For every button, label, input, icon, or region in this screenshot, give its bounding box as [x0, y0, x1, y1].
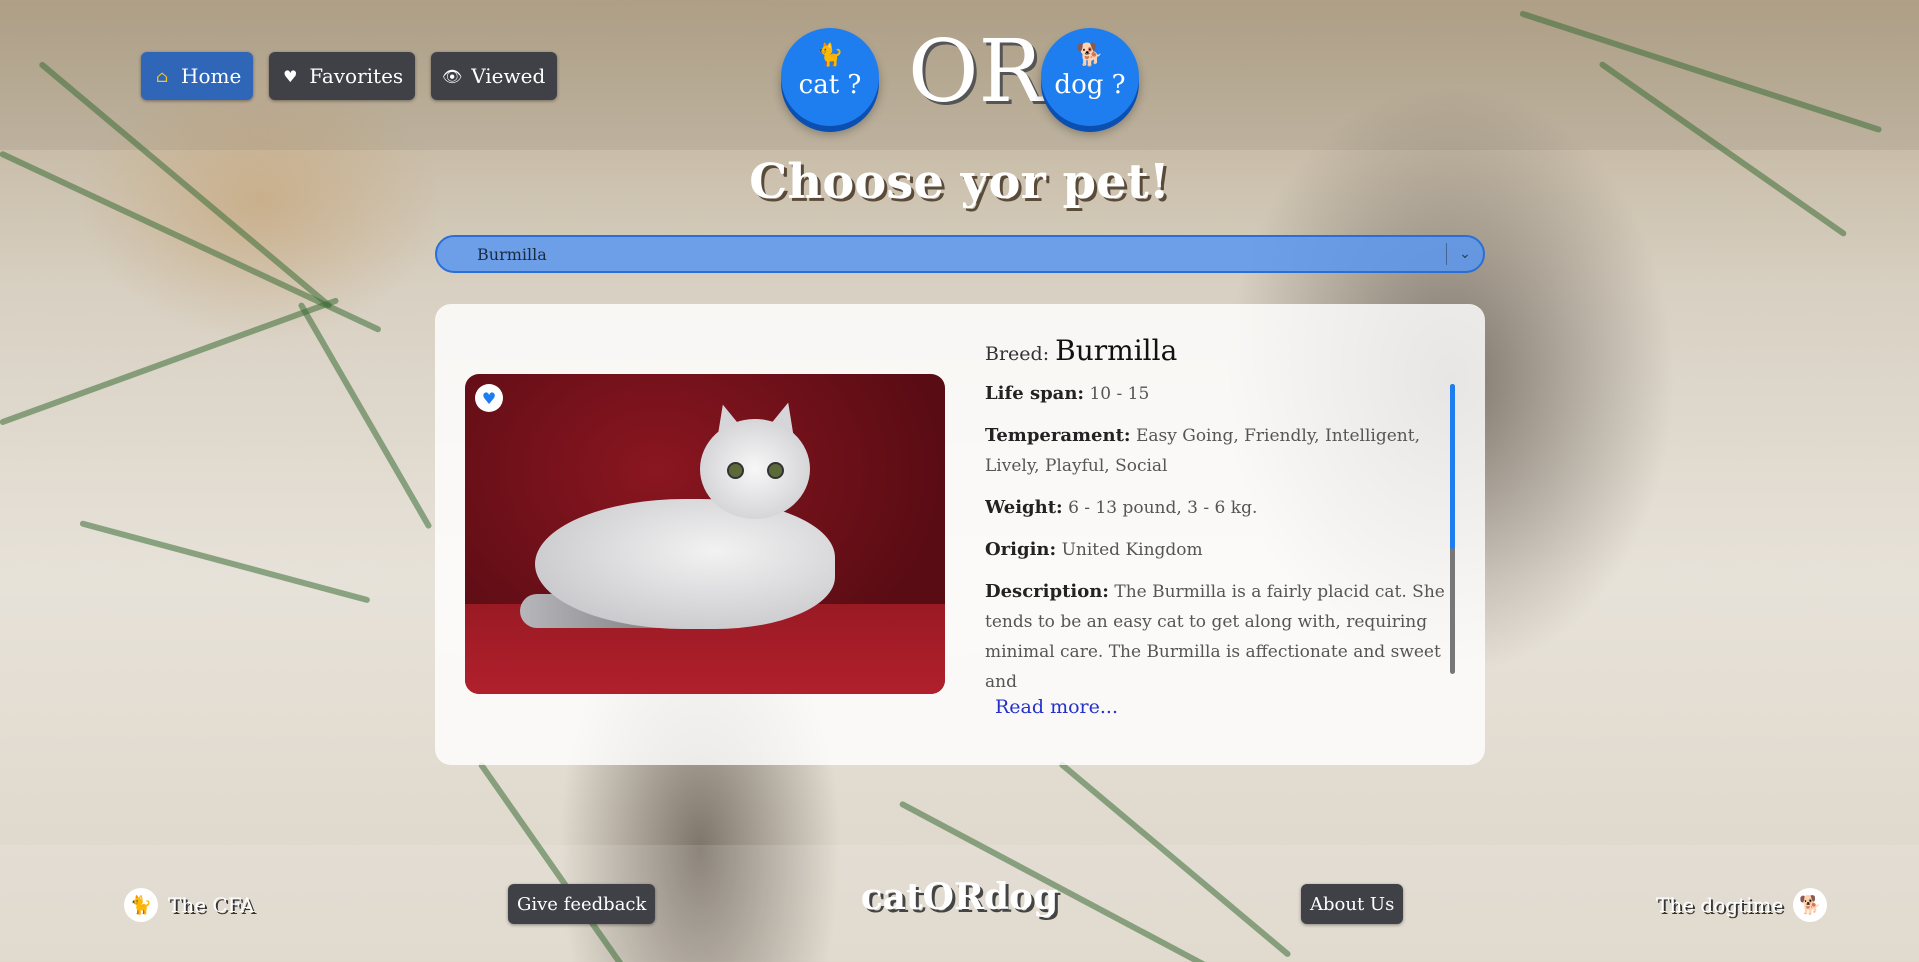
dog-icon: 🐕 [1076, 42, 1104, 67]
dog-avatar-icon: 🐕 [1793, 888, 1828, 922]
read-more-link[interactable]: Read more... [995, 696, 1118, 718]
home-icon: ⌂ [155, 66, 169, 86]
footer-brand: catORdog [860, 876, 1059, 918]
breed-card: ♥ Breed: Burmilla Life span: 10 - 15 Tem… [435, 304, 1485, 765]
main-nav: ⌂ Home ♥ Favorites 👁 Viewed [141, 52, 558, 100]
nav-favorites-button[interactable]: ♥ Favorites [269, 52, 416, 100]
cat-logo-button[interactable]: 🐈 cat ? [781, 28, 879, 126]
temperament-field: Temperament: Easy Going, Friendly, Intel… [985, 425, 1420, 476]
nav-viewed-button[interactable]: 👁 Viewed [431, 52, 558, 100]
dog-logo-button[interactable]: 🐕 dog ? [1041, 28, 1139, 126]
breed-name: Burmilla [1055, 334, 1178, 367]
heart-icon: ♥ [283, 66, 298, 86]
weight-field: Weight: 6 - 13 pound, 3 - 6 kg. [985, 497, 1258, 518]
nav-favorites-label: Favorites [309, 64, 404, 88]
dogtime-link-label: The dogtime [1656, 893, 1784, 917]
eye-icon: 👁 [442, 66, 463, 86]
cat-icon: 🐈 [816, 42, 844, 67]
dog-logo-label: dog ? [1054, 70, 1126, 100]
breed-select-value: Burmilla [477, 244, 547, 264]
nav-home-button[interactable]: ⌂ Home [141, 52, 254, 100]
breed-select[interactable]: Burmilla ⌄ [435, 235, 1485, 273]
breed-label: Breed: [985, 343, 1050, 365]
logo-or-text: OR [908, 22, 1044, 122]
nav-viewed-label: Viewed [471, 64, 546, 88]
cat-logo-label: cat ? [798, 70, 862, 100]
origin-field: Origin: United Kingdom [985, 539, 1203, 560]
page-title: Choose yor pet! [749, 154, 1170, 210]
scrollbar-thumb[interactable] [1450, 384, 1455, 549]
breed-row: Breed: Burmilla [985, 334, 1445, 367]
nav-home-label: Home [181, 64, 242, 88]
chevron-down-icon[interactable]: ⌄ [1447, 246, 1483, 262]
info-scrollbar[interactable] [1450, 384, 1455, 674]
breed-info: Breed: Burmilla Life span: 10 - 15 Tempe… [985, 334, 1445, 704]
breed-photo: ♥ [465, 374, 945, 694]
favorite-heart-icon[interactable]: ♥ [475, 384, 503, 412]
dogtime-link[interactable]: The dogtime 🐕 [1656, 888, 1828, 922]
about-us-button[interactable]: About Us [1301, 884, 1404, 924]
life-span-field: Life span: 10 - 15 [985, 383, 1150, 404]
description-field: Description: The Burmilla is a fairly pl… [985, 581, 1445, 692]
